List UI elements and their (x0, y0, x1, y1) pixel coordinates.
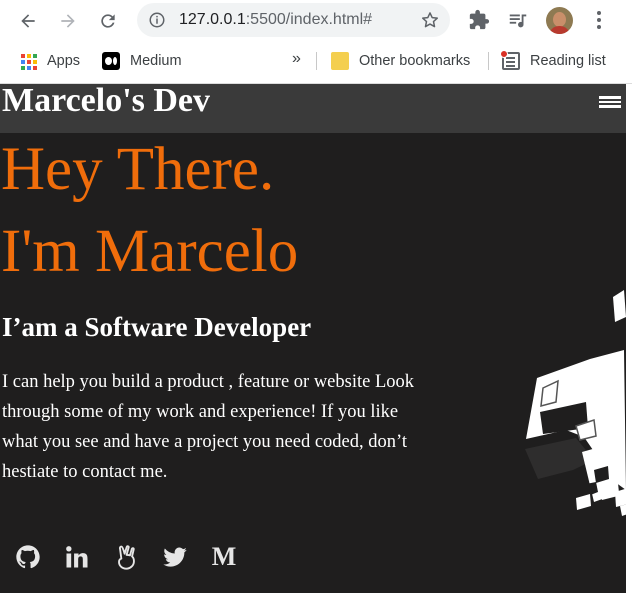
intro-paragraph: I can help you build a product , feature… (2, 372, 415, 482)
bookmark-label: Other bookmarks (359, 53, 471, 69)
bookmarks-overflow-button[interactable]: » (292, 50, 301, 68)
social-links: M (14, 540, 259, 574)
medium-link[interactable]: M (210, 542, 238, 572)
reload-icon (101, 14, 115, 28)
github-icon (16, 545, 40, 569)
angellist-link[interactable] (112, 542, 140, 572)
hamburger-menu-button[interactable] (599, 91, 621, 113)
browser-menu-button[interactable] (590, 9, 608, 31)
avatar-face (553, 12, 566, 27)
linkedin-icon (66, 546, 88, 568)
notification-dot (500, 50, 508, 58)
twitter-link[interactable] (161, 542, 189, 572)
angellist-icon (118, 545, 135, 570)
arrow-left-icon (21, 14, 35, 28)
url-path: :5500/index.html# (245, 11, 373, 28)
scrollbar-edge[interactable] (626, 84, 632, 593)
site-header: Marcelo's Dev (0, 84, 626, 133)
puzzle-icon (469, 9, 490, 30)
reading-list-icon (500, 50, 520, 70)
profile-avatar[interactable] (546, 7, 573, 34)
linkedin-link[interactable] (63, 542, 91, 572)
hero-name: I'm Marcelo (1, 218, 299, 285)
bookmark-other[interactable]: Other bookmarks (331, 50, 470, 72)
page-viewport: Marcelo's Dev Hey There. I'm Marcelo I’a… (0, 84, 626, 593)
address-bar[interactable]: 127.0.0.1:5500/index.html# (137, 3, 450, 37)
hero-greeting: Hey There. (1, 136, 275, 203)
bookmark-medium[interactable]: Medium (102, 50, 182, 72)
back-button[interactable] (15, 8, 41, 34)
bookmark-divider (488, 52, 489, 70)
bookmark-star-icon[interactable] (420, 10, 440, 30)
site-brand[interactable]: Marcelo's Dev (2, 84, 210, 120)
url-host: 127.0.0.1 (179, 11, 246, 28)
playlist-icon (509, 14, 527, 28)
twitter-icon (163, 547, 187, 567)
folder-icon (331, 52, 349, 70)
forward-button[interactable] (55, 8, 81, 34)
bookmark-label: Medium (130, 53, 182, 69)
extensions-button[interactable] (467, 8, 491, 32)
info-icon[interactable] (148, 11, 166, 29)
bookmark-divider (316, 52, 317, 70)
decorative-illustration (525, 290, 626, 516)
apps-grid-icon (19, 52, 37, 70)
avatar-shirt (549, 26, 570, 34)
role-heading: I’am a Software Developer (2, 312, 312, 342)
bookmark-reading-list[interactable]: Reading list (500, 50, 606, 72)
bookmark-label: Reading list (530, 53, 606, 69)
medium-icon (102, 52, 120, 70)
url-text: 127.0.0.1:5500/index.html# (179, 11, 372, 29)
bookmark-apps[interactable]: Apps (19, 50, 80, 72)
bookmark-label: Apps (47, 53, 81, 69)
arrow-right-icon (61, 14, 75, 28)
browser-toolbar: 127.0.0.1:5500/index.html# Apps Medium O… (0, 0, 632, 84)
medium-icon: M (211, 542, 237, 571)
github-link[interactable] (14, 542, 42, 572)
reload-button[interactable] (95, 8, 121, 34)
media-controls-button[interactable] (506, 8, 530, 32)
